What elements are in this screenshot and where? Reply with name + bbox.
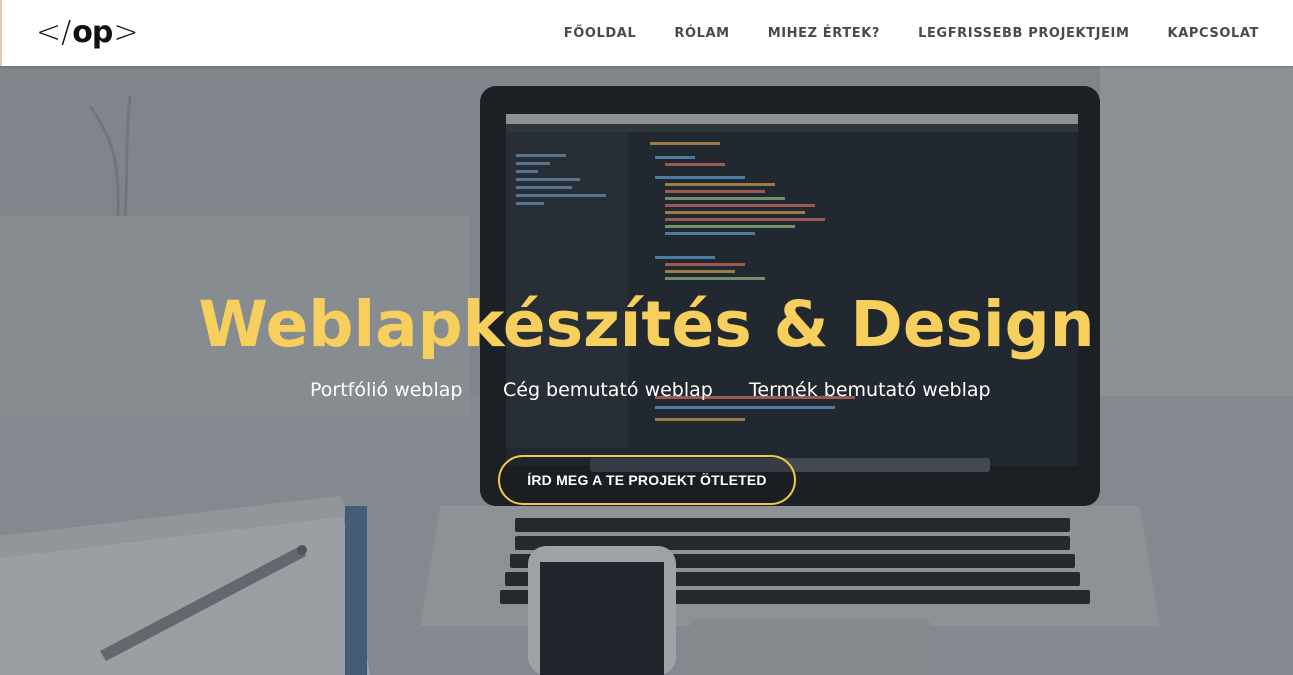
logo[interactable]: </ op >: [36, 14, 138, 50]
hero-section: Weblapkészítés & Design Portfólió weblap…: [0, 66, 1293, 675]
main-nav: FŐOLDAL RÓLAM MIHEZ ÉRTEK? LEGFRISSEBB P…: [564, 0, 1259, 66]
nav-item-home[interactable]: FŐOLDAL: [564, 26, 637, 41]
nav-item-projects[interactable]: LEGFRISSEBB PROJEKTJEIM: [918, 26, 1129, 41]
logo-open-bracket: </: [36, 14, 72, 50]
logo-close-bracket: >: [113, 14, 139, 50]
site-header: </ op > FŐOLDAL RÓLAM MIHEZ ÉRTEK? LEGFR…: [0, 0, 1293, 66]
service-list: Portfólió weblap Cég bemutató weblap Ter…: [0, 379, 1293, 405]
hero-title: Weblapkészítés & Design: [198, 288, 1095, 361]
logo-text: op: [72, 14, 113, 50]
nav-item-about[interactable]: RÓLAM: [674, 26, 729, 41]
project-idea-button[interactable]: ÍRD MEG A TE PROJEKT ÖTLETED: [498, 455, 796, 505]
nav-item-contact[interactable]: KAPCSOLAT: [1168, 26, 1259, 41]
hero-overlay: [0, 66, 1293, 675]
service-portfolio: Portfólió weblap: [310, 379, 463, 401]
service-product: Termék bemutató weblap: [749, 379, 991, 401]
service-company: Cég bemutató weblap: [503, 379, 713, 401]
nav-item-skills[interactable]: MIHEZ ÉRTEK?: [768, 26, 880, 41]
